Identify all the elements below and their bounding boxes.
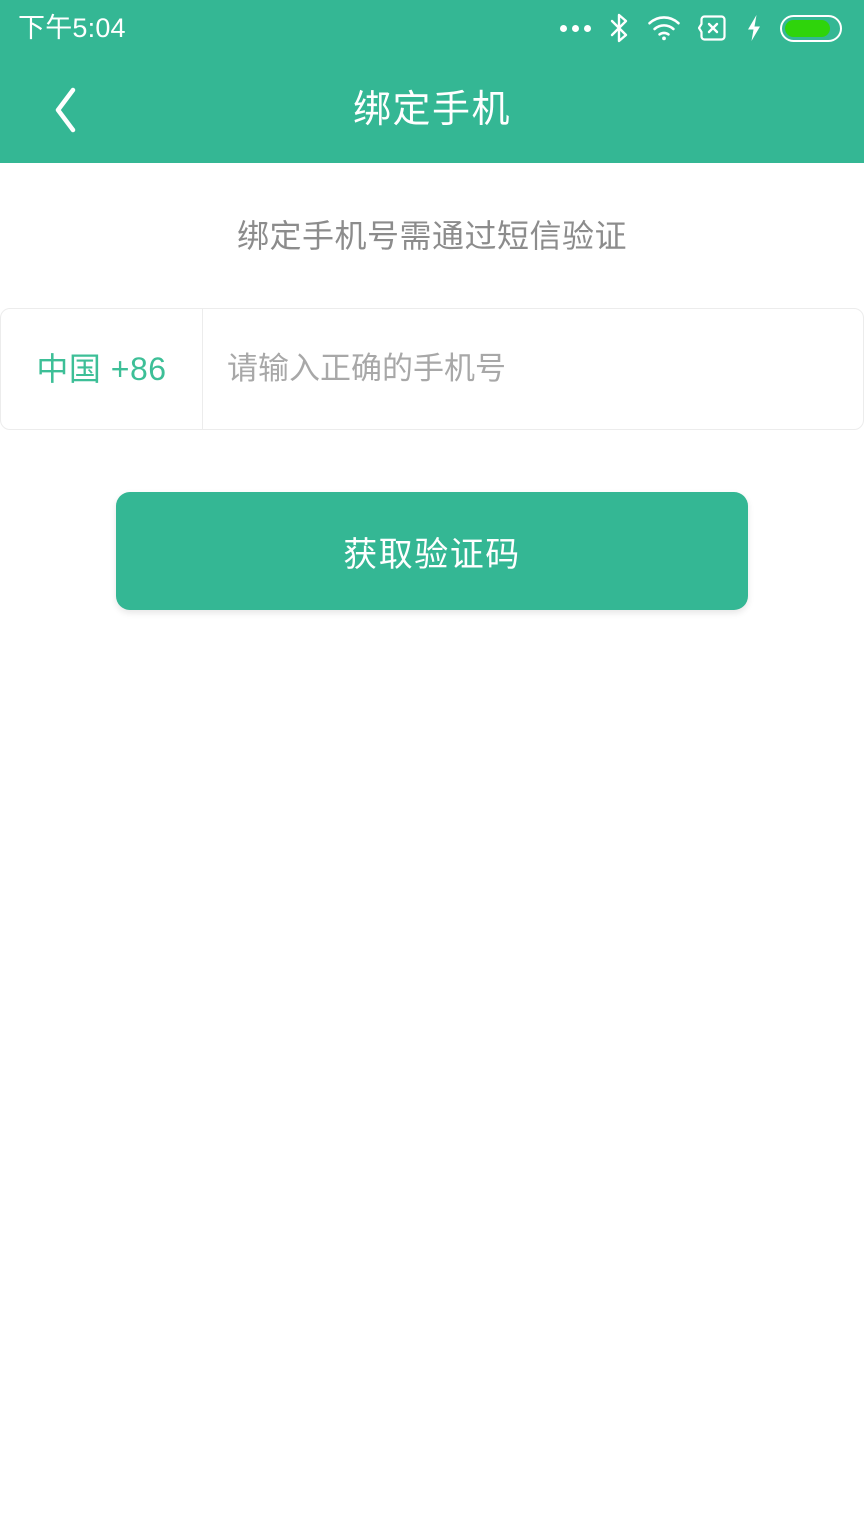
phone-binding-screen: 下午5:04 绑定手机 绑定手机号需通过短信验证 中国 +86 请输入正确的手机… (0, 0, 864, 1536)
country-code-label: 中国 +86 (36, 351, 167, 387)
charging-bolt-icon (748, 15, 760, 41)
chevron-left-icon (55, 87, 76, 132)
sim-missing-icon (698, 15, 726, 41)
page-title: 绑定手机 (352, 88, 511, 131)
phone-number-input[interactable] (227, 351, 863, 387)
content-area: 绑定手机号需通过短信验证 中国 +86 获取验证码 (0, 163, 864, 1536)
wifi-icon (648, 16, 680, 41)
status-bar-icons (560, 13, 842, 43)
battery-icon (780, 14, 842, 42)
battery-level-fill (785, 19, 830, 37)
phone-number-cell (203, 309, 863, 429)
get-verification-code-button[interactable]: 获取验证码 (116, 492, 748, 610)
app-bar: 绑定手机 (0, 56, 864, 163)
status-bar: 下午5:04 (0, 0, 864, 56)
more-icon (560, 24, 591, 32)
status-bar-clock: 下午5:04 (18, 12, 126, 43)
bluetooth-icon (610, 13, 628, 43)
phone-input-row: 中国 +86 (0, 308, 864, 430)
back-button[interactable] (30, 74, 102, 146)
verification-hint: 绑定手机号需通过短信验证 (236, 218, 627, 254)
country-code-selector[interactable]: 中国 +86 (1, 309, 203, 429)
